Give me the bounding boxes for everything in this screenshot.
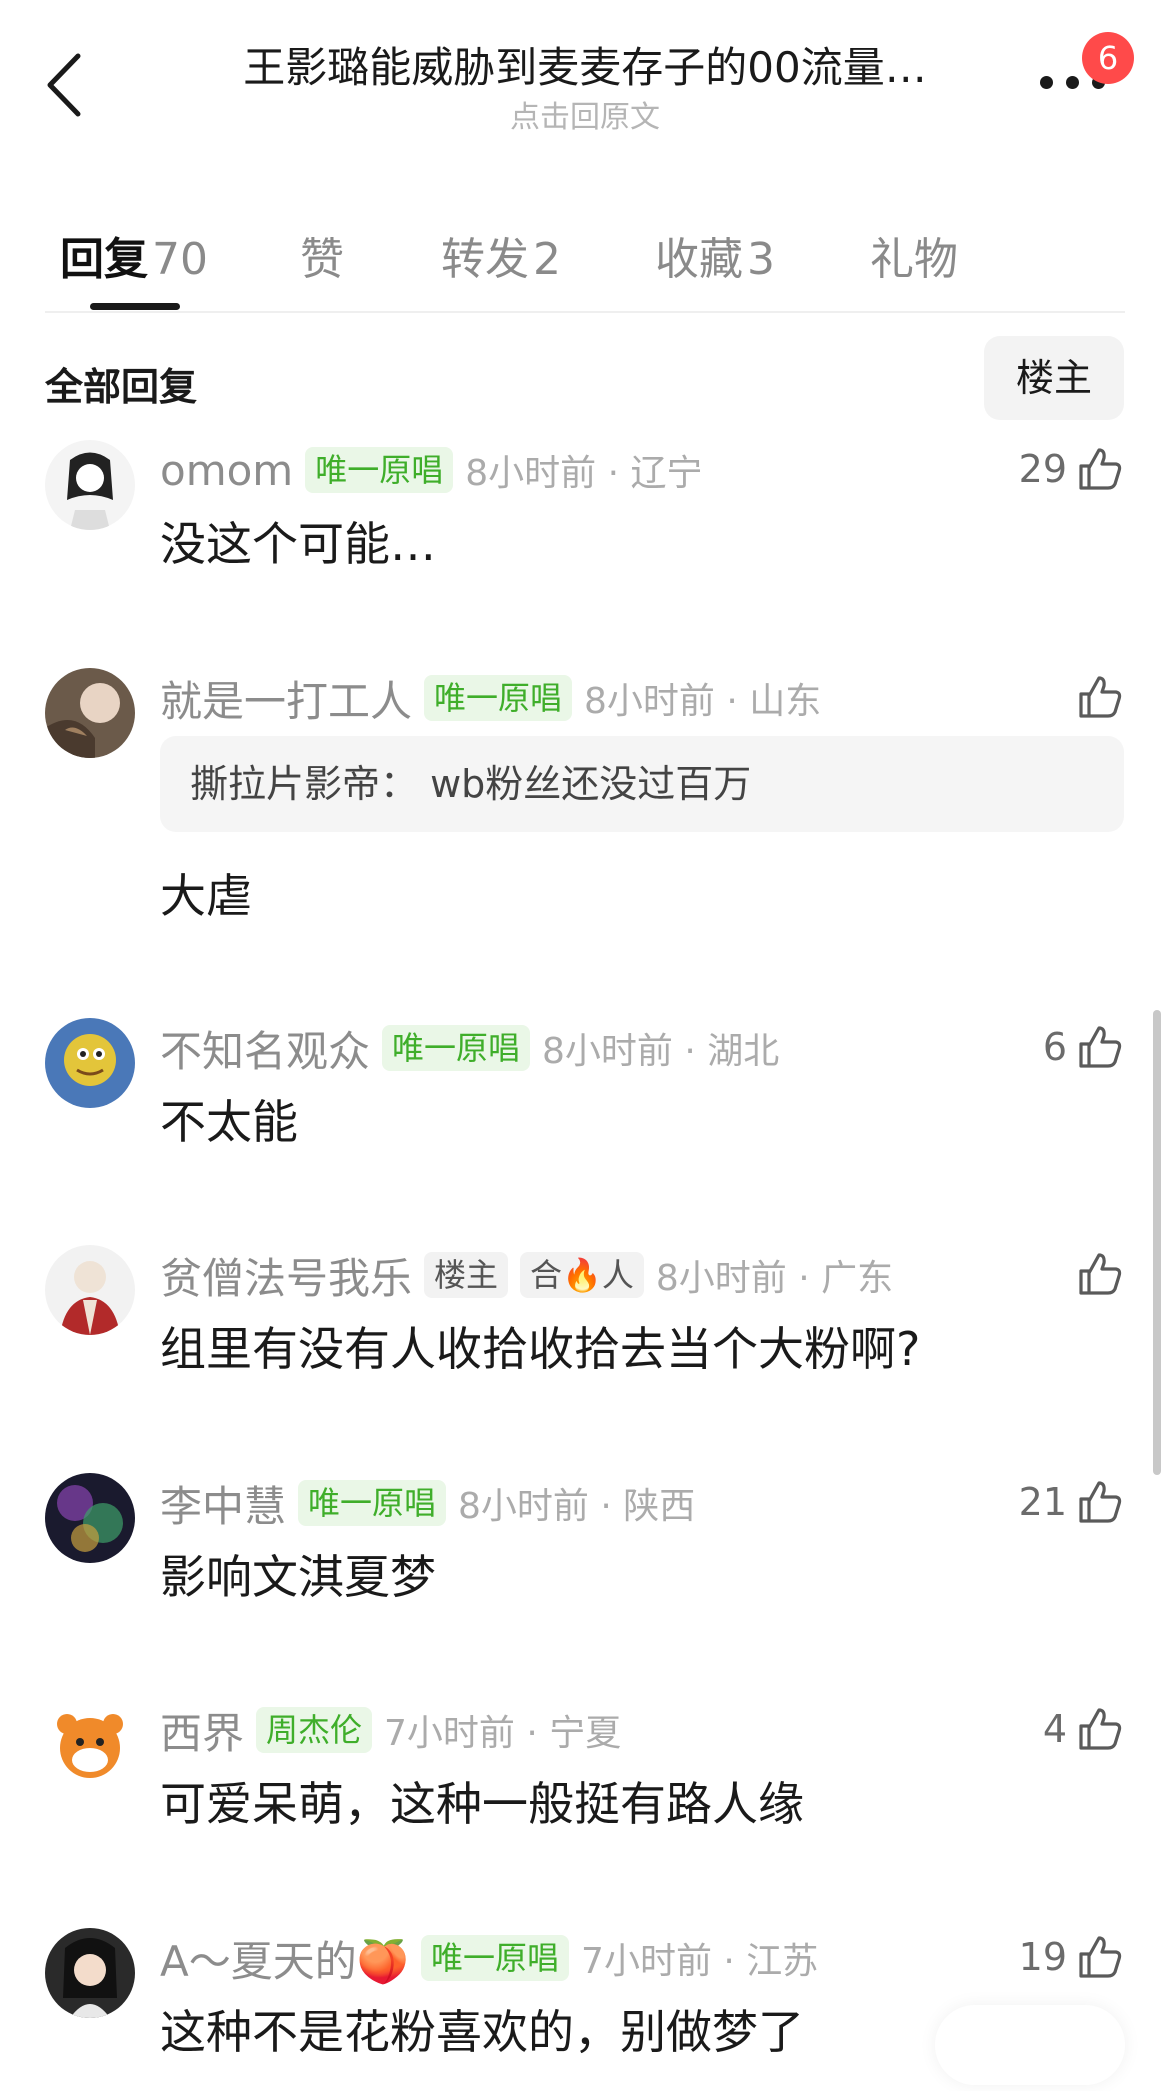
comment-meta: A～夏天的🍑 唯一原唱 7小时前 · 江苏 bbox=[160, 1928, 818, 1988]
comment-text: 影响文淇夏梦 bbox=[160, 1550, 436, 1604]
like-count: 29 bbox=[1018, 447, 1067, 491]
user-tag: 周杰伦 bbox=[256, 1707, 373, 1753]
section-title: 全部回复 bbox=[45, 365, 198, 409]
like-button[interactable]: 29 bbox=[1019, 444, 1125, 494]
tab-label: 转发 bbox=[441, 234, 529, 285]
thumbs-up-icon bbox=[1079, 1708, 1122, 1750]
active-tab-indicator bbox=[90, 303, 180, 310]
avatar[interactable] bbox=[45, 1018, 135, 1108]
tab-label: 礼物 bbox=[870, 234, 958, 285]
username[interactable]: 贫僧法号我乐 bbox=[160, 1245, 412, 1306]
avatar[interactable] bbox=[45, 1473, 135, 1563]
back-to-original-link[interactable]: 点击回原文 bbox=[190, 92, 980, 136]
tab-label: 回复 bbox=[60, 234, 148, 285]
timestamp: 8小时前 · 湖北 bbox=[542, 1031, 780, 1072]
username[interactable]: 李中慧 bbox=[160, 1473, 286, 1534]
tab-label: 赞 bbox=[300, 234, 344, 285]
tab-count: 70 bbox=[152, 234, 208, 285]
comment-text: 可爱呆萌，这种一般挺有路人缘 bbox=[160, 1777, 804, 1831]
notification-badge: 6 bbox=[1082, 32, 1134, 84]
divider bbox=[45, 311, 1125, 313]
username[interactable]: 不知名观众 bbox=[160, 1018, 370, 1079]
quoted-reply[interactable]: 撕拉片影帝： wb粉丝还没过百万 bbox=[160, 736, 1124, 832]
page-title: 王影璐能威胁到麦麦存子的00流量… bbox=[243, 43, 927, 92]
tab-reposts[interactable]: 转发2 bbox=[441, 223, 561, 287]
thumbs-up-icon bbox=[1079, 1481, 1122, 1523]
username[interactable]: A～夏天的🍑 bbox=[160, 1928, 409, 1989]
thumbs-up-icon bbox=[1079, 1026, 1122, 1068]
comment-meta: 不知名观众 唯一原唱 8小时前 · 湖北 bbox=[160, 1018, 779, 1078]
comment-text: 组里有没有人收拾收拾去当个大粉啊? bbox=[160, 1322, 921, 1376]
op-tag: 楼主 bbox=[424, 1252, 509, 1298]
user-tag: 唯一原唱 bbox=[421, 1935, 570, 1981]
user-tag: 唯一原唱 bbox=[298, 1480, 447, 1526]
like-button[interactable]: 4 bbox=[1043, 1704, 1125, 1754]
tab-likes[interactable]: 赞 bbox=[300, 223, 344, 287]
like-count: 19 bbox=[1018, 1935, 1067, 1979]
avatar[interactable] bbox=[45, 668, 135, 758]
thumbs-up-icon bbox=[1079, 448, 1122, 490]
like-count: 6 bbox=[1042, 1025, 1067, 1069]
comment-meta: 贫僧法号我乐 楼主 合🔥人 8小时前 · 广东 bbox=[160, 1245, 893, 1305]
like-count: 4 bbox=[1042, 1707, 1067, 1751]
like-button[interactable]: 19 bbox=[1019, 1932, 1125, 1982]
comment-text: 不太能 bbox=[160, 1095, 298, 1149]
like-button[interactable] bbox=[1075, 672, 1125, 722]
chevron-left-icon[interactable] bbox=[42, 50, 86, 120]
timestamp: 7小时前 · 江苏 bbox=[581, 1941, 819, 1982]
comment-meta: 李中慧 唯一原唱 8小时前 · 陕西 bbox=[160, 1473, 695, 1533]
like-count: 21 bbox=[1018, 1480, 1067, 1524]
comment-meta: 就是一打工人 唯一原唱 8小时前 · 山东 bbox=[160, 668, 821, 728]
tab-count: 2 bbox=[533, 234, 561, 285]
comment-meta: 西界 周杰伦 7小时前 · 宁夏 bbox=[160, 1700, 621, 1760]
thumbs-up-icon bbox=[1079, 676, 1122, 718]
tab-label: 收藏 bbox=[655, 234, 743, 285]
comment-meta: omom 唯一原唱 8小时前 · 辽宁 bbox=[160, 440, 702, 500]
like-button[interactable] bbox=[1075, 1249, 1125, 1299]
filter-op-button[interactable]: 楼主 bbox=[984, 336, 1124, 420]
tab-bar: 回复70 赞 转发2 收藏3 礼物 bbox=[0, 205, 1170, 315]
user-tag: 唯一原唱 bbox=[424, 675, 573, 721]
timestamp: 8小时前 · 陕西 bbox=[458, 1486, 696, 1527]
thumbs-up-icon bbox=[1079, 1253, 1122, 1295]
tab-favorites[interactable]: 收藏3 bbox=[655, 223, 775, 287]
timestamp: 8小时前 · 辽宁 bbox=[465, 453, 703, 494]
comment-text: 大虐 bbox=[160, 869, 252, 923]
tab-replies[interactable]: 回复70 bbox=[60, 223, 208, 287]
username[interactable]: 西界 bbox=[160, 1700, 244, 1761]
timestamp: 7小时前 · 宁夏 bbox=[384, 1713, 622, 1754]
like-button[interactable]: 21 bbox=[1019, 1477, 1125, 1527]
user-tag: 唯一原唱 bbox=[305, 447, 454, 493]
top-bar: 王影璐能威胁到麦麦存子的00流量… 点击回原文 6 bbox=[0, 0, 1170, 150]
timestamp: 8小时前 · 山东 bbox=[584, 681, 822, 722]
user-tag: 唯一原唱 bbox=[382, 1025, 531, 1071]
floating-button[interactable] bbox=[935, 2005, 1125, 2085]
comment-text: 没这个可能… bbox=[160, 517, 436, 571]
avatar[interactable] bbox=[45, 440, 135, 530]
user-tag: 合🔥人 bbox=[520, 1252, 644, 1298]
tab-gifts[interactable]: 礼物 bbox=[870, 223, 958, 287]
scrollbar[interactable] bbox=[1153, 1010, 1161, 1475]
username[interactable]: omom bbox=[160, 446, 293, 495]
comment-text: 这种不是花粉喜欢的，别做梦了 bbox=[160, 2005, 804, 2059]
thumbs-up-icon bbox=[1079, 1936, 1122, 1978]
timestamp: 8小时前 · 广东 bbox=[655, 1258, 894, 1299]
username[interactable]: 就是一打工人 bbox=[160, 668, 412, 729]
avatar[interactable] bbox=[45, 1245, 135, 1335]
like-button[interactable]: 6 bbox=[1043, 1022, 1125, 1072]
avatar[interactable] bbox=[45, 1928, 135, 2018]
tab-count: 3 bbox=[747, 234, 775, 285]
avatar[interactable] bbox=[45, 1700, 135, 1790]
